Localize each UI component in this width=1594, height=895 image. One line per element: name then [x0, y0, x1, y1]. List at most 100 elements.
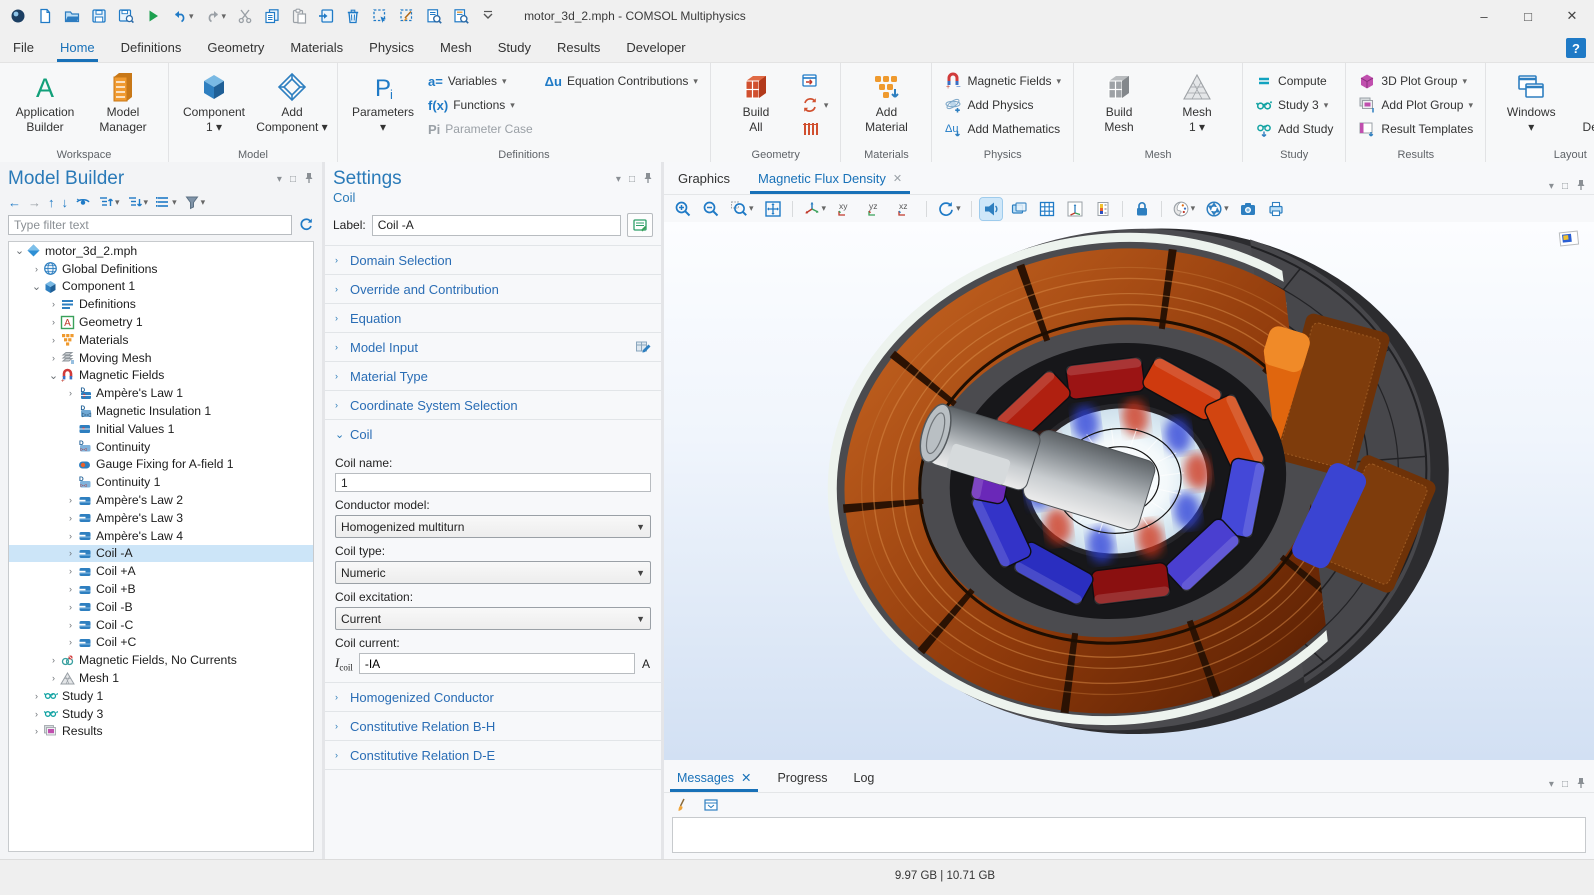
- tree-node-materials[interactable]: ›Materials: [9, 331, 313, 349]
- section-constitutive-relation-d-e[interactable]: ›Constitutive Relation D-E: [325, 740, 661, 769]
- tree-node-coil--b[interactable]: ›Coil -B: [9, 598, 313, 616]
- tree-node-global-definitions[interactable]: ›Global Definitions: [9, 260, 313, 278]
- customize-chevron-button[interactable]: [478, 6, 498, 26]
- run-button[interactable]: [143, 6, 163, 26]
- color-legend-button[interactable]: [1092, 198, 1114, 220]
- section-coil[interactable]: ⌄Coil: [325, 419, 661, 448]
- tree-node-coil-+b[interactable]: ›Coil +B: [9, 580, 313, 598]
- geom-insert-button[interactable]: [797, 70, 833, 92]
- panel-pin-icon[interactable]: [643, 172, 653, 187]
- collapse-list-button[interactable]: ▾: [127, 194, 149, 210]
- rotate-scene-button[interactable]: ▾: [935, 198, 963, 220]
- paste-button[interactable]: [289, 6, 309, 26]
- find-and-replace-button[interactable]: [451, 6, 471, 26]
- print-button[interactable]: [1265, 198, 1287, 220]
- build-all-button[interactable]: BuildAll: [719, 67, 793, 135]
- expand-toggle-icon[interactable]: ›: [64, 602, 77, 612]
- clear-selection-button[interactable]: [397, 6, 417, 26]
- coil-name-input[interactable]: [335, 473, 651, 492]
- cut-button[interactable]: [235, 6, 255, 26]
- label-annotation-button[interactable]: [627, 213, 653, 237]
- node-columns-button[interactable]: ▾: [155, 194, 177, 210]
- add-physics-button[interactable]: Add Physics: [940, 94, 1065, 116]
- tree-node-motor-3d-2-mph[interactable]: ⌄motor_3d_2.mph: [9, 242, 313, 260]
- ribbon-tab-results[interactable]: Results: [544, 34, 613, 62]
- panel-pin-icon[interactable]: [1576, 777, 1586, 792]
- find-button[interactable]: [424, 6, 444, 26]
- undo-button[interactable]: ▾: [170, 6, 196, 26]
- arrow-down-button[interactable]: ↓: [62, 195, 69, 210]
- variables-button[interactable]: a=Variables▾: [424, 70, 537, 92]
- graphics-tab-graphics[interactable]: Graphics: [664, 164, 744, 194]
- panel-menu-icon[interactable]: ▾: [1549, 779, 1554, 790]
- tree-node-results[interactable]: ›Results: [9, 723, 313, 741]
- panel-menu-icon[interactable]: ▾: [616, 174, 621, 185]
- edit-model-input-button[interactable]: [635, 338, 651, 357]
- build-mesh-button[interactable]: BuildMesh: [1082, 67, 1156, 135]
- panel-float-icon[interactable]: □: [1562, 779, 1568, 790]
- tree-node-amp-re-s-law-1[interactable]: ›DAmpère's Law 1: [9, 384, 313, 402]
- expand-toggle-icon[interactable]: ›: [47, 299, 60, 309]
- expand-toggle-icon[interactable]: ⌄: [47, 369, 60, 382]
- panel-pin-icon[interactable]: [1576, 179, 1586, 194]
- axes-toggle-button[interactable]: [1064, 198, 1086, 220]
- filter-input[interactable]: [8, 215, 292, 235]
- expand-toggle-icon[interactable]: ›: [47, 335, 60, 345]
- tree-node-magnetic-fields-no-currents[interactable]: ›Magnetic Fields, No Currents: [9, 651, 313, 669]
- section-homogenized-conductor[interactable]: ›Homogenized Conductor: [325, 682, 661, 711]
- copy-button[interactable]: [262, 6, 282, 26]
- clear-broom-button[interactable]: [673, 795, 693, 815]
- tree-node-definitions[interactable]: ›Definitions: [9, 295, 313, 313]
- zoom-in-button[interactable]: [672, 198, 694, 220]
- tree-node-study-1[interactable]: ›Study 1: [9, 687, 313, 705]
- show-eye-button[interactable]: [75, 194, 91, 210]
- maximize-button[interactable]: □: [1506, 0, 1550, 32]
- add-plot-group-button[interactable]: Add Plot Group▾: [1354, 94, 1477, 116]
- 3d-plot-group-button[interactable]: 3D Plot Group▾: [1354, 70, 1477, 92]
- transparency-button[interactable]: [1008, 198, 1030, 220]
- tree-node-coil-+c[interactable]: ›Coil +C: [9, 634, 313, 652]
- close-button[interactable]: ✕: [1550, 0, 1594, 32]
- tree-node-amp-re-s-law-2[interactable]: ›Ampère's Law 2: [9, 491, 313, 509]
- expand-toggle-icon[interactable]: ›: [64, 531, 77, 541]
- open-folder-button[interactable]: [62, 6, 82, 26]
- component-1-button[interactable]: Component1 ▾: [177, 67, 251, 135]
- expand-toggle-icon[interactable]: ›: [64, 495, 77, 505]
- tree-node-coil--a[interactable]: ›Coil -A: [9, 545, 313, 563]
- expand-toggle-icon[interactable]: ›: [64, 513, 77, 523]
- expand-toggle-icon[interactable]: ›: [47, 353, 60, 363]
- windows-button[interactable]: Windows ▾: [1494, 67, 1568, 135]
- expand-toggle-icon[interactable]: ›: [64, 584, 77, 594]
- panel-menu-icon[interactable]: ▾: [1549, 181, 1554, 192]
- add-mathematics-button[interactable]: ΔuAdd Mathematics: [940, 118, 1065, 140]
- result-templates-button[interactable]: Result Templates: [1354, 118, 1477, 140]
- environment-button[interactable]: ▾: [1203, 198, 1231, 220]
- expand-toggle-icon[interactable]: ›: [64, 620, 77, 630]
- ribbon-tab-home[interactable]: Home: [47, 34, 108, 62]
- ribbon-tab-physics[interactable]: Physics: [356, 34, 427, 62]
- scene-light-button[interactable]: [980, 198, 1002, 220]
- section-constitutive-relation-b-h[interactable]: ›Constitutive Relation B-H: [325, 711, 661, 740]
- view-yz-button[interactable]: yz: [864, 198, 888, 220]
- geom-fence-button[interactable]: [797, 118, 833, 140]
- panel-float-icon[interactable]: □: [1562, 181, 1568, 192]
- expand-toggle-icon[interactable]: ›: [47, 655, 60, 665]
- ribbon-tab-file[interactable]: File: [0, 34, 47, 62]
- mesh-1-button[interactable]: Mesh1 ▾: [1160, 67, 1234, 135]
- expand-toggle-icon[interactable]: ⌄: [30, 280, 43, 293]
- arrow-back-button[interactable]: ←: [8, 195, 21, 210]
- tree-node-geometry-1[interactable]: ›AGeometry 1: [9, 313, 313, 331]
- ribbon-tab-geometry[interactable]: Geometry: [194, 34, 277, 62]
- close-tab-icon[interactable]: ✕: [893, 172, 902, 185]
- model-manager-button[interactable]: ModelManager: [86, 67, 160, 135]
- tree-node-coil--c[interactable]: ›Coil -C: [9, 616, 313, 634]
- functions-button[interactable]: f(x)Functions▾: [424, 94, 537, 116]
- tree-node-continuity-1[interactable]: D▹◃Continuity 1: [9, 473, 313, 491]
- close-tab-icon[interactable]: ✕: [741, 770, 751, 785]
- zoom-extents-button[interactable]: [762, 198, 784, 220]
- messages-tab-log[interactable]: Log: [841, 765, 888, 792]
- section-domain-selection[interactable]: ›Domain Selection: [325, 245, 661, 274]
- reset-desktop-button[interactable]: ResetDesktop ▾: [1572, 67, 1594, 135]
- grid-toggle-button[interactable]: [1036, 198, 1058, 220]
- go-to-view-button[interactable]: ▾: [801, 198, 829, 220]
